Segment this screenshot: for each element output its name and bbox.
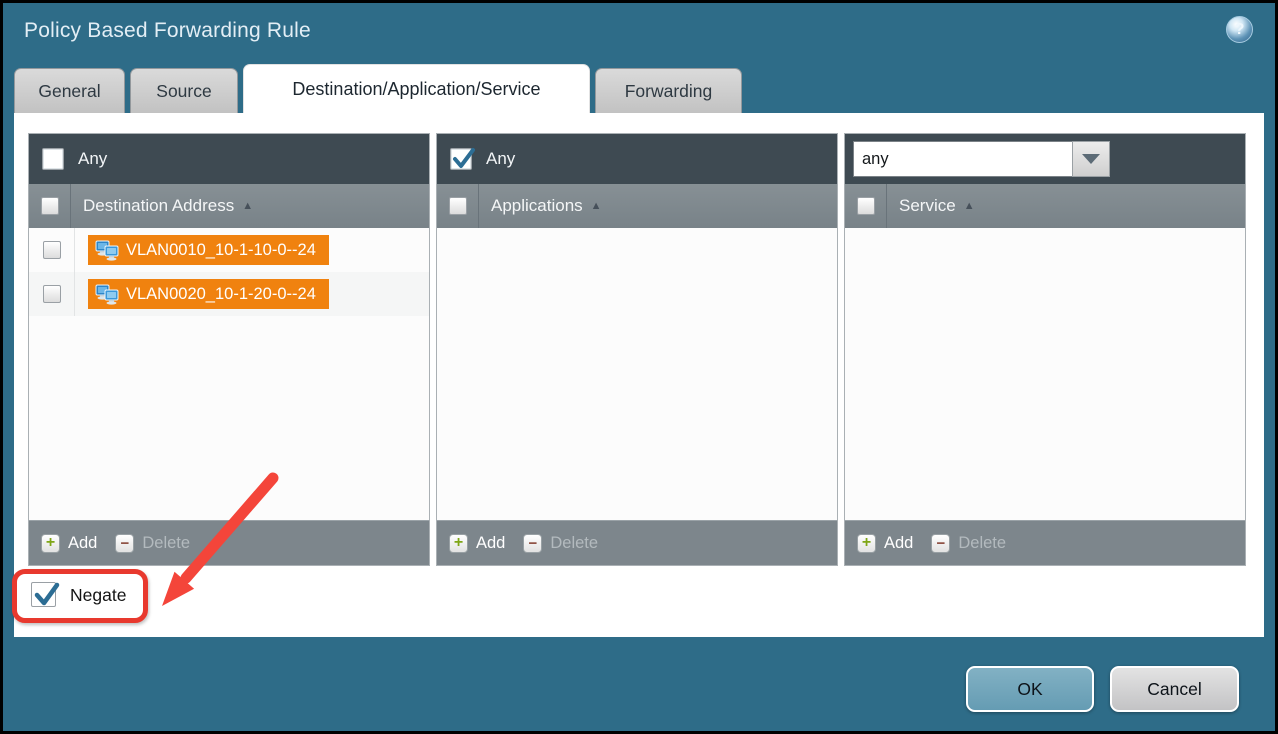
service-mode-dropdown — [853, 141, 1110, 177]
add-plus-icon: + — [857, 534, 876, 553]
address-object-label: VLAN0020_10-1-20-0--24 — [126, 285, 316, 304]
service-panel: Service ▲ + Add − Delete — [844, 133, 1246, 566]
applications-select-all-checkbox[interactable] — [449, 197, 467, 215]
service-list — [845, 228, 1245, 520]
destination-sort-header[interactable]: Destination Address ▲ — [71, 184, 253, 228]
dialog-title: Policy Based Forwarding Rule — [24, 19, 311, 43]
row-checkbox[interactable] — [43, 285, 61, 303]
service-mode-value[interactable] — [853, 141, 1072, 177]
add-label: Add — [68, 534, 97, 553]
chevron-down-icon — [1082, 154, 1100, 164]
destination-any-row: Any — [29, 134, 429, 184]
delete-label: Delete — [142, 534, 190, 553]
service-mode-row — [845, 134, 1245, 184]
table-row: VLAN0020_10-1-20-0--24 — [29, 272, 429, 316]
tab-source[interactable]: Source — [130, 68, 238, 113]
tab-destination-application-service[interactable]: Destination/Application/Service — [243, 64, 590, 113]
delete-button[interactable]: − Delete — [931, 534, 1006, 553]
applications-panel: Any Applications ▲ + Add − Delete — [436, 133, 838, 566]
ok-button[interactable]: OK — [966, 666, 1094, 712]
delete-label: Delete — [958, 534, 1006, 553]
delete-minus-icon: − — [115, 534, 134, 553]
sort-ascending-icon: ▲ — [242, 200, 253, 212]
address-object-item[interactable]: VLAN0010_10-1-10-0--24 — [88, 235, 329, 265]
applications-toolbar: + Add − Delete — [437, 520, 837, 565]
service-sort-header[interactable]: Service ▲ — [887, 184, 975, 228]
network-hosts-icon — [95, 239, 119, 261]
destination-column-header: Destination Address ▲ — [29, 184, 429, 228]
destination-any-checkbox[interactable] — [42, 148, 64, 170]
service-select-all-checkbox[interactable] — [857, 197, 875, 215]
delete-button[interactable]: − Delete — [115, 534, 190, 553]
destination-any-label: Any — [78, 149, 107, 169]
destination-column-label: Destination Address — [83, 196, 234, 216]
applications-any-label: Any — [486, 149, 515, 169]
sort-ascending-icon: ▲ — [591, 200, 602, 212]
address-object-item[interactable]: VLAN0020_10-1-20-0--24 — [88, 279, 329, 309]
service-toolbar: + Add − Delete — [845, 520, 1245, 565]
negate-label: Negate — [70, 585, 126, 606]
delete-label: Delete — [550, 534, 598, 553]
dialog-titlebar: Policy Based Forwarding Rule ? — [3, 3, 1275, 65]
service-column-label: Service — [899, 196, 956, 216]
negate-checkbox[interactable] — [31, 582, 56, 607]
network-hosts-icon — [95, 283, 119, 305]
policy-based-forwarding-dialog: Policy Based Forwarding Rule ? General S… — [3, 3, 1275, 731]
destination-toolbar: + Add − Delete — [29, 520, 429, 565]
tab-forwarding[interactable]: Forwarding — [595, 68, 742, 113]
applications-column-header: Applications ▲ — [437, 184, 837, 228]
add-button[interactable]: + Add — [449, 534, 505, 553]
destination-list: VLAN0010_10-1-10-0--24 — [29, 228, 429, 520]
service-column-header: Service ▲ — [845, 184, 1245, 228]
add-button[interactable]: + Add — [41, 534, 97, 553]
cancel-button[interactable]: Cancel — [1110, 666, 1239, 712]
applications-column-label: Applications — [491, 196, 583, 216]
destination-select-all-checkbox[interactable] — [41, 197, 59, 215]
add-button[interactable]: + Add — [857, 534, 913, 553]
add-label: Add — [884, 534, 913, 553]
row-checkbox[interactable] — [43, 241, 61, 259]
help-icon[interactable]: ? — [1226, 16, 1253, 43]
address-object-label: VLAN0010_10-1-10-0--24 — [126, 241, 316, 260]
add-label: Add — [476, 534, 505, 553]
add-plus-icon: + — [449, 534, 468, 553]
destination-address-panel: Any Destination Address ▲ — [28, 133, 430, 566]
table-row: VLAN0010_10-1-10-0--24 — [29, 228, 429, 272]
tab-general[interactable]: General — [14, 68, 125, 113]
delete-button[interactable]: − Delete — [523, 534, 598, 553]
applications-list — [437, 228, 837, 520]
dropdown-button[interactable] — [1072, 141, 1110, 177]
delete-minus-icon: − — [523, 534, 542, 553]
applications-sort-header[interactable]: Applications ▲ — [479, 184, 602, 228]
add-plus-icon: + — [41, 534, 60, 553]
delete-minus-icon: − — [931, 534, 950, 553]
applications-any-row: Any — [437, 134, 837, 184]
tab-content: Any Destination Address ▲ — [14, 113, 1264, 637]
applications-any-checkbox[interactable] — [450, 148, 472, 170]
sort-ascending-icon: ▲ — [964, 200, 975, 212]
